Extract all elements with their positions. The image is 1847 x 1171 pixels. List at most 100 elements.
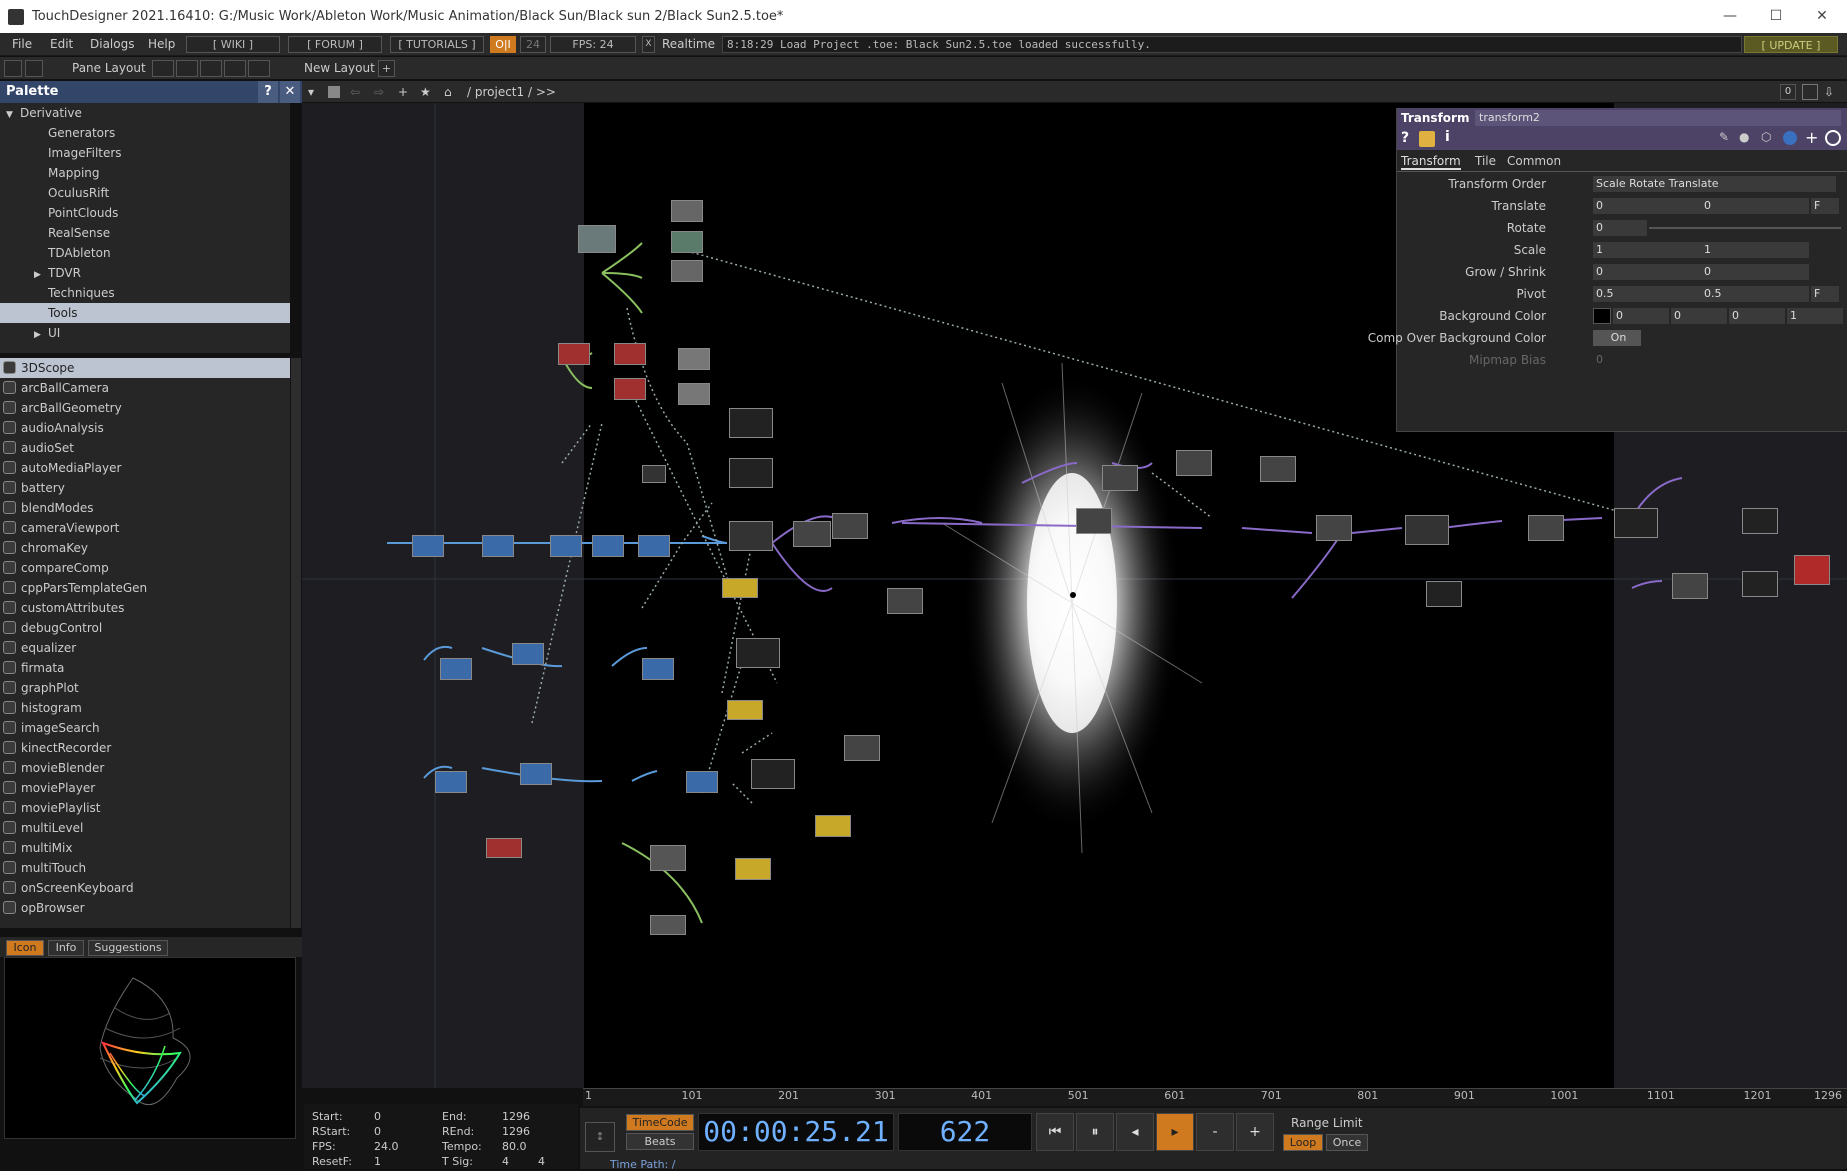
- add-icon[interactable]: +: [398, 81, 408, 103]
- node-geo3[interactable]: [751, 759, 795, 789]
- close-button[interactable]: ✕: [1799, 0, 1845, 33]
- rend-value[interactable]: 1296: [502, 1125, 530, 1138]
- stop-icon[interactable]: [328, 86, 340, 98]
- layout-single-button[interactable]: [152, 60, 174, 77]
- tree-item-imagefilters[interactable]: ImageFilters: [0, 143, 290, 163]
- node-audiofilein1[interactable]: [486, 838, 522, 858]
- node-render1[interactable]: [793, 521, 831, 547]
- node-displace1[interactable]: [1102, 465, 1138, 491]
- add-layout-button[interactable]: +: [378, 60, 395, 77]
- palette-close-button[interactable]: ✕: [280, 81, 300, 103]
- palette-item[interactable]: 3DScope: [0, 358, 290, 378]
- node-text2[interactable]: [671, 231, 703, 253]
- palette-item[interactable]: opBrowser: [0, 898, 290, 918]
- node-constant1[interactable]: [722, 578, 758, 598]
- palette-scrollbar[interactable]: [291, 358, 301, 928]
- rotate-slider[interactable]: [1649, 227, 1841, 229]
- rewind-icon[interactable]: ⏮: [1036, 1113, 1074, 1151]
- node-over1[interactable]: [729, 458, 773, 488]
- node-constant2[interactable]: [727, 700, 763, 720]
- node-transform2-sop[interactable]: [512, 643, 544, 665]
- palette-item[interactable]: arcBallCamera: [0, 378, 290, 398]
- node-blur1[interactable]: [887, 588, 923, 614]
- node-null4[interactable]: [686, 771, 718, 793]
- tab-icon[interactable]: Icon: [6, 940, 44, 956]
- node-null3[interactable]: [642, 658, 674, 680]
- forward-icon[interactable]: ⇨: [374, 81, 384, 103]
- node-level4[interactable]: [1742, 571, 1778, 597]
- tab-tile[interactable]: Tile: [1475, 154, 1496, 168]
- expand-right-icon[interactable]: ▶: [34, 265, 48, 285]
- param-value[interactable]: 1: [1787, 308, 1843, 324]
- tree-item-derivative[interactable]: ▼ Derivative: [0, 103, 290, 123]
- step-back-icon[interactable]: ◂: [1116, 1113, 1154, 1151]
- param-value[interactable]: 0: [1671, 308, 1727, 324]
- params-op-name[interactable]: transform2: [1475, 110, 1841, 126]
- palette-item[interactable]: battery: [0, 478, 290, 498]
- tree-item-tdableton[interactable]: TDAbleton: [0, 243, 290, 263]
- node-render2[interactable]: [844, 735, 880, 761]
- param-value[interactable]: 0: [1593, 264, 1701, 280]
- node-null2[interactable]: [638, 535, 670, 557]
- param-value[interactable]: 0: [1593, 352, 1633, 368]
- palette-item[interactable]: arcBallGeometry: [0, 398, 290, 418]
- color-swatch[interactable]: [1593, 308, 1611, 324]
- wiki-button[interactable]: [ WIKI ]: [186, 36, 280, 53]
- realtime-checkbox[interactable]: X: [642, 36, 655, 53]
- help-icon[interactable]: ?: [1401, 130, 1409, 146]
- menu-dialogs[interactable]: Dialogs: [90, 37, 134, 51]
- timecode-button[interactable]: TimeCode: [626, 1114, 694, 1131]
- oi-button[interactable]: O|I: [490, 36, 516, 53]
- node-twist1[interactable]: [592, 535, 624, 557]
- layout-three-button[interactable]: [224, 60, 246, 77]
- python-icon[interactable]: [1783, 131, 1797, 145]
- layout-split-h-button[interactable]: [200, 60, 222, 77]
- palette-item[interactable]: moviePlaylist: [0, 798, 290, 818]
- tree-item-pointclouds[interactable]: PointClouds: [0, 203, 290, 223]
- palette-help-button[interactable]: ?: [258, 81, 278, 103]
- fps-value[interactable]: 24.0: [374, 1140, 399, 1153]
- play-forward-icon[interactable]: ▸: [1156, 1113, 1194, 1151]
- node-sphere2[interactable]: [440, 658, 472, 680]
- param-value[interactable]: 0: [1593, 198, 1701, 214]
- palette-item[interactable]: audioSet: [0, 438, 290, 458]
- palette-item[interactable]: kinectRecorder: [0, 738, 290, 758]
- expand-down-icon[interactable]: ▼: [6, 105, 20, 125]
- pane-maximize-icon[interactable]: [1802, 84, 1818, 100]
- timeline-ruler[interactable]: 1 101 201 301 401 501 601 701 801 901 1001 1101 1201…: [583, 1088, 1847, 1106]
- node-text3[interactable]: [671, 260, 703, 282]
- palette-item[interactable]: customAttributes: [0, 598, 290, 618]
- tree-item-techniques[interactable]: Techniques: [0, 283, 290, 303]
- node-feedback1[interactable]: [1076, 508, 1112, 534]
- node-math2[interactable]: [614, 378, 646, 400]
- node-comp3[interactable]: [1528, 515, 1564, 541]
- node-transform3[interactable]: [520, 763, 552, 785]
- step-plus-icon[interactable]: +: [1236, 1113, 1274, 1151]
- tab-info[interactable]: Info: [48, 940, 84, 956]
- tree-item-generators[interactable]: Generators: [0, 123, 290, 143]
- node-null1[interactable]: [642, 465, 666, 483]
- node-monochrome1[interactable]: [1614, 508, 1658, 538]
- param-value[interactable]: 0: [1593, 220, 1647, 236]
- param-value[interactable]: 1: [1593, 242, 1701, 258]
- node-transform2[interactable]: [1176, 450, 1212, 476]
- param-value[interactable]: 0: [1701, 198, 1809, 214]
- palette-item[interactable]: cameraViewport: [0, 518, 290, 538]
- network-path[interactable]: / project1 / >>: [467, 81, 556, 103]
- node-sphere1[interactable]: [412, 535, 444, 557]
- node-audiodevout1[interactable]: [650, 915, 686, 935]
- palette-item[interactable]: moviePlayer: [0, 778, 290, 798]
- node-constant3[interactable]: [735, 858, 771, 880]
- param-value[interactable]: 0: [1701, 264, 1809, 280]
- node-comp4[interactable]: [1794, 555, 1830, 585]
- node-datexecute1[interactable]: [578, 225, 616, 253]
- play-indicator-icon[interactable]: ↕: [585, 1122, 615, 1152]
- node-transform1[interactable]: [482, 535, 514, 557]
- home-icon[interactable]: ⌂: [444, 81, 452, 103]
- tsig-numerator[interactable]: 4: [502, 1155, 509, 1168]
- expand-right-icon[interactable]: ▶: [34, 325, 48, 345]
- palette-item[interactable]: blendModes: [0, 498, 290, 518]
- tree-item-mapping[interactable]: Mapping: [0, 163, 290, 183]
- node-timemachine1[interactable]: [678, 348, 710, 370]
- python-help-icon[interactable]: [1419, 131, 1435, 147]
